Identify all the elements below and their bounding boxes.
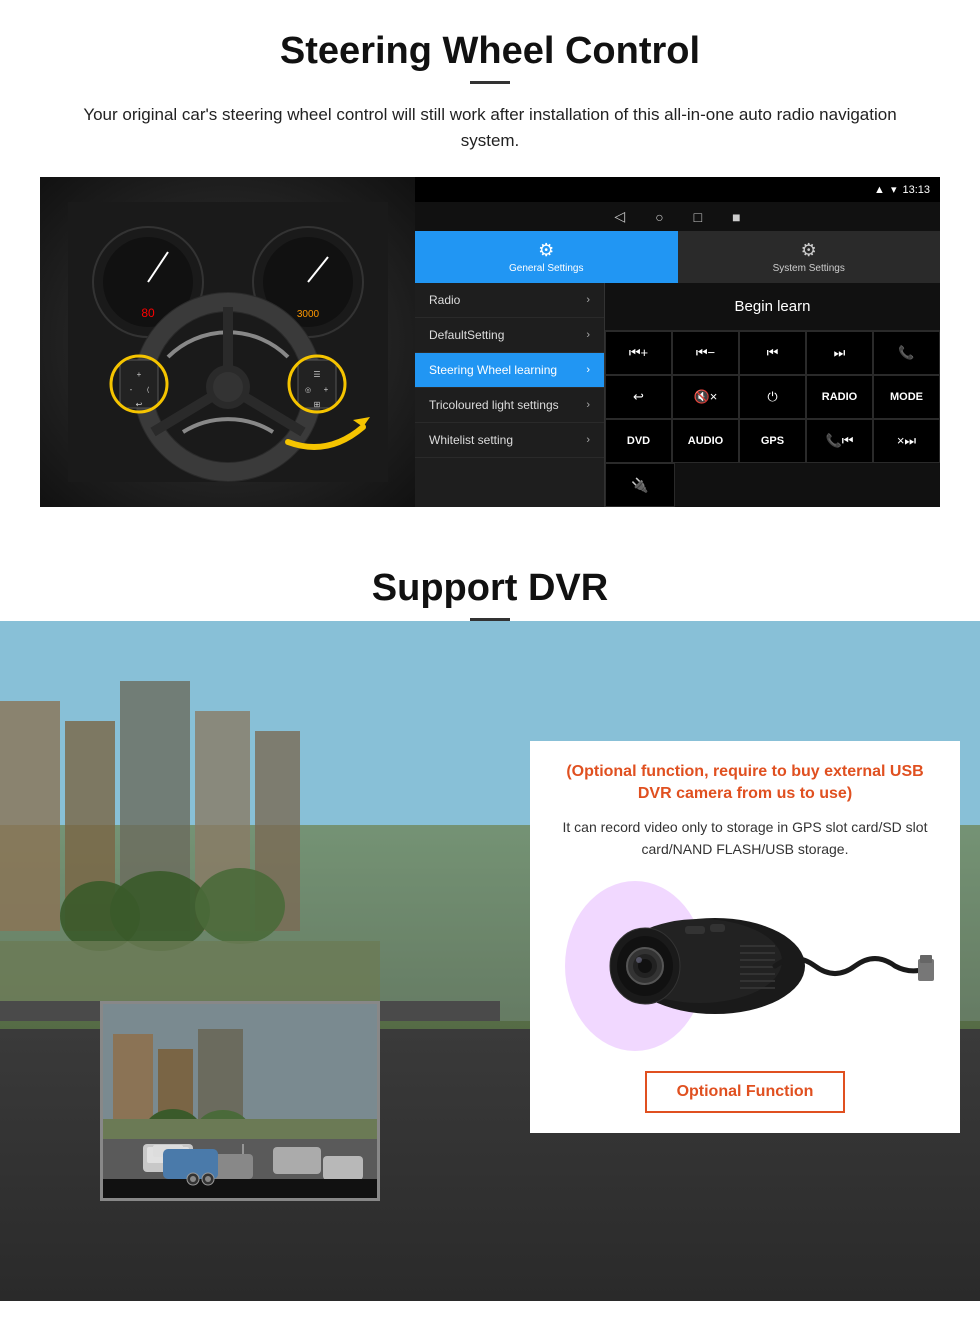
svg-text:-: - [129, 385, 132, 394]
radio-btn[interactable]: RADIO [806, 375, 873, 419]
general-settings-label: General Settings [509, 263, 584, 274]
dvr-thumbnail [100, 1001, 380, 1201]
svg-text:+: + [136, 370, 141, 379]
steering-wheel-svg: 80 3000 [68, 202, 388, 482]
vol-up-btn[interactable]: ⏮+ [605, 331, 672, 375]
chevron-icon: › [586, 329, 590, 341]
android-main-content: Radio › DefaultSetting › Steering Wheel … [415, 283, 940, 507]
dvr-photo-background: (Optional function, require to buy exter… [0, 621, 980, 1301]
menu-nav-icon[interactable]: ■ [732, 209, 740, 225]
dvr-title: Support DVR [0, 537, 980, 618]
wifi-icon: ▾ [891, 183, 897, 196]
chevron-icon: › [586, 364, 590, 376]
recent-nav-icon[interactable]: □ [694, 209, 702, 225]
status-bar: ▲ ▾ 13:13 [415, 177, 940, 202]
phone-prev-btn[interactable]: 📞⏮ [806, 419, 873, 463]
svg-text:⊞: ⊞ [313, 400, 320, 409]
dvr-section: Support DVR [0, 537, 980, 1301]
next-btn[interactable]: ⏭ [806, 331, 873, 375]
home-nav-icon[interactable]: ○ [655, 209, 663, 225]
chevron-icon: › [586, 294, 590, 306]
dvr-optional-text: (Optional function, require to buy exter… [552, 761, 938, 806]
svg-text:☰: ☰ [313, 370, 320, 379]
tab-system-settings[interactable]: ⚙ System Settings [678, 231, 941, 283]
android-ui-panel: ▲ ▾ 13:13 ◁ ○ □ ■ ⚙ General Settings ⚙ S… [415, 177, 940, 507]
mute-btn[interactable]: 🔇× [672, 375, 739, 419]
tab-general-settings[interactable]: ⚙ General Settings [415, 231, 678, 283]
steering-title: Steering Wheel Control [40, 30, 940, 73]
steering-description: Your original car's steering wheel contr… [60, 102, 920, 153]
mute-next-btn[interactable]: ×⏭ [873, 419, 940, 463]
power-btn[interactable]: ⏻ [739, 375, 806, 419]
chevron-icon: › [586, 434, 590, 446]
svg-text:3000: 3000 [296, 309, 319, 320]
svg-text:+: + [323, 385, 328, 394]
dvd-btn[interactable]: DVD [605, 419, 672, 463]
optional-function-button[interactable]: Optional Function [645, 1071, 846, 1113]
begin-learn-area: Begin learn [605, 283, 940, 331]
svg-text:80: 80 [141, 306, 155, 320]
begin-learn-button[interactable]: Begin learn [605, 283, 940, 330]
menu-item-default[interactable]: DefaultSetting › [415, 318, 604, 353]
steering-photo: 80 3000 [40, 177, 415, 507]
title-divider [470, 81, 510, 84]
menu-item-steering[interactable]: Steering Wheel learning › [415, 353, 604, 388]
time-display: 13:13 [902, 184, 930, 196]
right-panel: Begin learn ⏮+ ⏮− ⏮ ⏭ 📞 ↩ 🔇× ⏻ RADIO MOD… [605, 283, 940, 507]
dvr-camera-image [552, 876, 938, 1056]
menu-item-whitelist[interactable]: Whitelist setting › [415, 423, 604, 458]
svg-text:↩: ↩ [135, 400, 142, 409]
chevron-icon: › [586, 399, 590, 411]
back-nav-icon[interactable]: ◁ [614, 208, 625, 225]
gear-icon: ⚙ [538, 240, 554, 261]
vol-down-btn[interactable]: ⏮− [672, 331, 739, 375]
whitelist-label: Whitelist setting [429, 433, 513, 447]
radio-label: Radio [429, 293, 460, 307]
menu-item-tricoloured[interactable]: Tricoloured light settings › [415, 388, 604, 423]
nav-bar: ◁ ○ □ ■ [415, 202, 940, 231]
steering-label: Steering Wheel learning [429, 363, 557, 377]
svg-text:◎: ◎ [304, 387, 310, 394]
optional-function-wrap: Optional Function [552, 1071, 938, 1113]
steering-section: Steering Wheel Control Your original car… [0, 0, 980, 527]
hangup-btn[interactable]: ↩ [605, 375, 672, 419]
dvr-camera-svg [555, 881, 935, 1051]
steering-content: 80 3000 [40, 177, 940, 507]
settings-tabs: ⚙ General Settings ⚙ System Settings [415, 231, 940, 283]
tricoloured-label: Tricoloured light settings [429, 398, 559, 412]
phone-btn[interactable]: 📞 [873, 331, 940, 375]
svg-text:⟨: ⟨ [146, 386, 149, 394]
left-menu: Radio › DefaultSetting › Steering Wheel … [415, 283, 605, 507]
usb-btn[interactable]: 🔌 [605, 463, 675, 507]
gps-btn[interactable]: GPS [739, 419, 806, 463]
mode-btn[interactable]: MODE [873, 375, 940, 419]
dvr-thumb-svg [103, 1004, 380, 1201]
audio-btn[interactable]: AUDIO [672, 419, 739, 463]
system-icon: ⚙ [801, 240, 817, 261]
signal-icon: ▲ [874, 184, 885, 196]
dvr-description: It can record video only to storage in G… [552, 816, 938, 861]
default-label: DefaultSetting [429, 328, 504, 342]
control-buttons-grid: ⏮+ ⏮− ⏮ ⏭ 📞 ↩ 🔇× ⏻ RADIO MODE DVD AUDIO … [605, 331, 940, 463]
dvr-info-card: (Optional function, require to buy exter… [530, 741, 960, 1133]
bottom-row: 🔌 [605, 463, 940, 507]
prev-btn[interactable]: ⏮ [739, 331, 806, 375]
system-settings-label: System Settings [773, 263, 845, 274]
steering-bg: 80 3000 [40, 177, 415, 507]
menu-item-radio[interactable]: Radio › [415, 283, 604, 318]
